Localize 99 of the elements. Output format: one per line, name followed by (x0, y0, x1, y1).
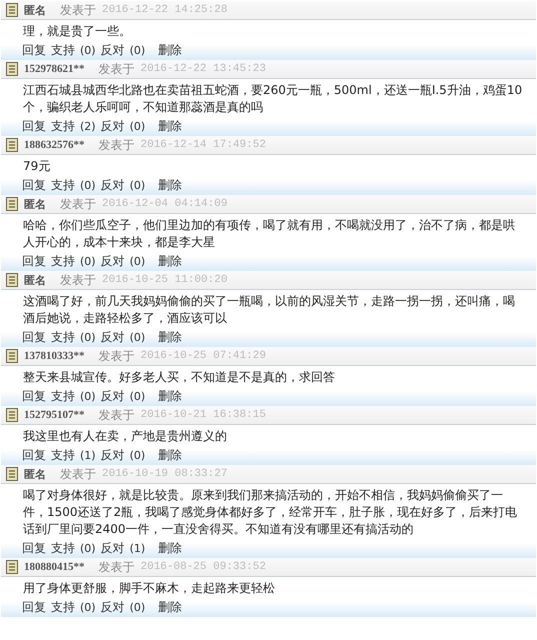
comment-author: 152978621** (24, 63, 84, 75)
comment-author: 匿名 (24, 468, 46, 482)
oppose-link[interactable]: 反对 (100, 177, 125, 194)
reply-link[interactable]: 回复 (22, 42, 46, 59)
reply-link[interactable]: 回复 (22, 388, 46, 405)
oppose-link[interactable]: 反对 (100, 447, 125, 464)
reply-link[interactable]: 回复 (22, 447, 46, 464)
comment-author: 匿名 (24, 274, 46, 288)
posted-label: 发表于 (98, 558, 134, 576)
document-icon (6, 467, 18, 481)
delete-link[interactable]: 删除 (158, 329, 182, 346)
comment-text: 理，就是贵了一些。 (22, 23, 132, 40)
delete-link[interactable]: 删除 (158, 540, 182, 557)
comment-author: 188632576** (24, 139, 84, 151)
comment-date: 2016-10-19 08:33:27 (102, 468, 228, 480)
oppose-count: (1) (130, 542, 146, 555)
comment-text: 整天来县城宣传。好多老人买，不知道是不是真的，求回答 (22, 369, 336, 386)
reply-link[interactable]: 回复 (22, 253, 46, 270)
posted-label: 发表于 (60, 2, 96, 18)
delete-link[interactable]: 删除 (158, 118, 182, 135)
reply-link[interactable]: 回复 (22, 177, 46, 194)
support-count: (0) (80, 179, 96, 192)
posted-label: 发表于 (98, 136, 134, 154)
comment-text: 江西石城县城西华北路也在卖苗祖五蛇酒，要260元一瓶，500ml，还送一瓶I.5升油，鸡蛋10个，骗织老人乐呵呵，不知道那蕊酒是真的吗 (22, 82, 524, 116)
delete-link[interactable]: 删除 (158, 388, 182, 405)
support-link[interactable]: 支持 (51, 599, 75, 616)
comment-author: 152795107** (24, 409, 84, 421)
comment-text: 喝了对身体很好，就是比较贵。原来到我们那来搞活动的，开始不相信，我妈妈偷偷买了一件，1500还送了2瓶，我喝了感觉身体都好多了，经常开车，肚子胀，现在好多了，后来打电话到厂里问要2400一件，一直没舍得买。不知道有没有哪里还有搞活动的 (22, 487, 518, 538)
posted-label: 发表于 (98, 60, 134, 78)
document-icon (6, 3, 18, 17)
comment-author: 匿名 (24, 198, 46, 212)
posted-label: 发表于 (60, 196, 96, 212)
document-icon (6, 560, 18, 574)
oppose-link[interactable]: 反对 (100, 599, 125, 616)
comment-text: 我这里也有人在卖，产地是贵州遵义的 (22, 428, 228, 445)
support-count: (0) (80, 390, 96, 403)
delete-link[interactable]: 删除 (158, 447, 182, 464)
oppose-count: (0) (130, 44, 146, 57)
support-link[interactable]: 支持 (51, 177, 75, 194)
support-count: (0) (80, 44, 96, 57)
comment-date: 2016-10-25 07:41:29 (140, 350, 266, 362)
comment-author: 180880415** (24, 561, 84, 573)
support-count: (0) (80, 601, 96, 614)
posted-label: 发表于 (60, 272, 96, 288)
support-link[interactable]: 支持 (51, 42, 75, 59)
comment-date: 2016-12-04 04:14:09 (102, 198, 228, 210)
comment-date: 2016-08-25 09:33:52 (140, 561, 266, 573)
comment-author: 137810333** (24, 350, 84, 362)
comment-author: 匿名 (24, 4, 46, 18)
oppose-link[interactable]: 反对 (100, 329, 125, 346)
oppose-count: (0) (130, 601, 146, 614)
oppose-link[interactable]: 反对 (100, 253, 125, 270)
reply-link[interactable]: 回复 (22, 540, 46, 557)
oppose-link[interactable]: 反对 (100, 388, 125, 405)
support-link[interactable]: 支持 (51, 447, 75, 464)
comment-text: 哈哈，你们些瓜空子，他们里边加的有项传，喝了就有用，不喝就没用了，治不了病，都是哄人开心的，成本十来块，都是李大星 (22, 217, 516, 251)
delete-link[interactable]: 删除 (158, 177, 182, 194)
support-count: (0) (80, 542, 96, 555)
support-count: (1) (80, 449, 96, 462)
support-count: (0) (80, 331, 96, 344)
comment-date: 2016-10-21 16:38:15 (140, 409, 266, 421)
document-icon (6, 349, 18, 363)
reply-link[interactable]: 回复 (22, 329, 46, 346)
delete-link[interactable]: 删除 (158, 599, 182, 616)
oppose-count: (0) (130, 120, 146, 133)
posted-label: 发表于 (98, 406, 134, 424)
support-link[interactable]: 支持 (51, 388, 75, 405)
oppose-count: (0) (130, 331, 146, 344)
document-icon (6, 197, 18, 211)
oppose-link[interactable]: 反对 (100, 540, 125, 557)
document-icon (6, 273, 18, 287)
document-icon (6, 62, 18, 76)
reply-link[interactable]: 回复 (22, 599, 46, 616)
oppose-count: (0) (130, 390, 146, 403)
comment-date: 2016-12-14 17:49:52 (140, 139, 266, 151)
delete-link[interactable]: 删除 (158, 253, 182, 270)
oppose-link[interactable]: 反对 (100, 118, 125, 135)
support-count: (0) (80, 255, 96, 268)
posted-label: 发表于 (98, 348, 134, 364)
comment-date: 2016-10-25 11:00:20 (102, 274, 228, 286)
reply-link[interactable]: 回复 (22, 118, 46, 135)
support-link[interactable]: 支持 (51, 118, 75, 135)
oppose-count: (0) (130, 449, 146, 462)
support-count: (2) (80, 120, 96, 133)
oppose-link[interactable]: 反对 (100, 42, 125, 59)
comment-date: 2016-12-22 13:45:23 (140, 63, 266, 75)
support-link[interactable]: 支持 (51, 540, 75, 557)
delete-link[interactable]: 删除 (158, 42, 182, 59)
comment-text: 这酒喝了好，前几天我妈妈偷偷的买了一瓶喝，以前的风湿关节，走路一拐一拐，还叫痛，喝酒后她说，走路轻松多了，酒应该可以 (22, 293, 516, 327)
comment-text: 79元 (22, 158, 52, 175)
document-icon (6, 408, 18, 422)
comment-text: 用了身体更舒服，脚手不麻木，走起路来更轻松 (22, 580, 276, 597)
oppose-count: (0) (130, 179, 146, 192)
oppose-count: (0) (130, 255, 146, 268)
support-link[interactable]: 支持 (51, 329, 75, 346)
comment-date: 2016-12-22 14:25:28 (102, 4, 228, 16)
support-link[interactable]: 支持 (51, 253, 75, 270)
document-icon (6, 138, 18, 152)
posted-label: 发表于 (60, 466, 96, 482)
